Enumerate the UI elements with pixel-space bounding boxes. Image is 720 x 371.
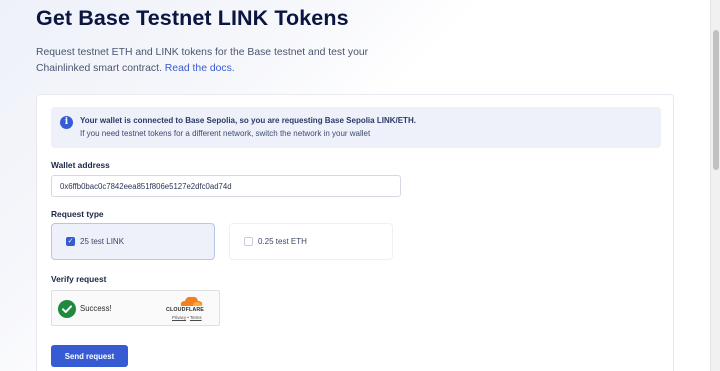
terms-link[interactable]: Terms xyxy=(190,315,202,320)
cloudflare-links: Privacy • Terms xyxy=(172,315,202,320)
option-label: 25 test LINK xyxy=(80,236,125,246)
page-title: Get Base Testnet LINK Tokens xyxy=(36,6,349,30)
cloudflare-verification-widget[interactable]: Success! CLOUDFLARE Privacy • Terms xyxy=(51,290,220,326)
wallet-address-label: Wallet address xyxy=(51,160,110,170)
info-icon: i xyxy=(60,116,73,129)
read-docs-link[interactable]: Read the docs. xyxy=(165,63,235,74)
send-request-button[interactable]: Send request xyxy=(51,345,128,367)
info-banner-title: Your wallet is connected to Base Sepolia… xyxy=(80,116,416,125)
wallet-address-input[interactable] xyxy=(51,175,401,197)
checkbox-checked-icon[interactable]: ✓ xyxy=(66,237,75,246)
network-info-banner: i Your wallet is connected to Base Sepol… xyxy=(51,107,661,148)
success-check-icon xyxy=(58,300,76,318)
faucet-form-card: i Your wallet is connected to Base Sepol… xyxy=(36,94,674,371)
privacy-link[interactable]: Privacy xyxy=(172,315,186,320)
cloudflare-cloud-icon xyxy=(180,296,203,306)
link-separator: • xyxy=(187,315,189,320)
verification-status: Success! xyxy=(80,304,112,313)
scrollbar-thumb[interactable] xyxy=(713,30,719,170)
option-0.25-test-eth[interactable]: 0.25 test ETH xyxy=(229,223,393,260)
page-intro: Request testnet ETH and LINK tokens for … xyxy=(36,45,406,76)
option-label: 0.25 test ETH xyxy=(258,236,307,246)
option-25-test-link[interactable]: ✓ 25 test LINK xyxy=(51,223,215,260)
checkbox-unchecked-icon[interactable] xyxy=(244,237,253,246)
request-type-label: Request type xyxy=(51,209,104,219)
info-banner-body: If you need testnet tokens for a differe… xyxy=(80,129,371,138)
scrollbar[interactable] xyxy=(710,0,720,371)
cloudflare-logo: CLOUDFLARE Privacy • Terms xyxy=(166,295,214,323)
verify-request-label: Verify request xyxy=(51,274,107,284)
cloudflare-wordmark: CLOUDFLARE xyxy=(166,307,204,313)
